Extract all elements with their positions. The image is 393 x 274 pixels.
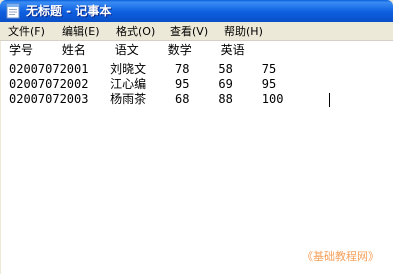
menu-file[interactable]: 文件(F) [8,24,45,39]
menu-help[interactable]: 帮助(H) [224,24,263,39]
window-title: 无标题 - 记事本 [26,4,112,18]
text-line-header: 学号 姓名 语文 数学 英语 [9,43,245,57]
menu-bar: 文件(F) 编辑(E) 格式(O) 查看(V) 帮助(H) [0,22,393,41]
notepad-window: 无标题 - 记事本 文件(F) 编辑(E) 格式(O) 查看(V) 帮助(H) … [0,0,393,274]
menu-view[interactable]: 查看(V) [170,24,208,39]
text-editor-area[interactable]: 学号 姓名 语文 数学 英语 02007072001 刘晓文 78 58 75 … [0,41,393,274]
watermark-text: 《基础教程网》 [302,250,379,263]
text-caret [329,93,330,107]
text-line: 02007072003 杨雨茶 68 88 100 [9,92,284,106]
text-line: 02007072002 江心编 95 69 95 [9,77,277,91]
menu-edit[interactable]: 编辑(E) [62,24,100,39]
text-line: 02007072001 刘晓文 78 58 75 [9,62,277,76]
notepad-icon [5,3,21,19]
menu-format[interactable]: 格式(O) [116,24,155,39]
title-bar[interactable]: 无标题 - 记事本 [0,0,393,22]
